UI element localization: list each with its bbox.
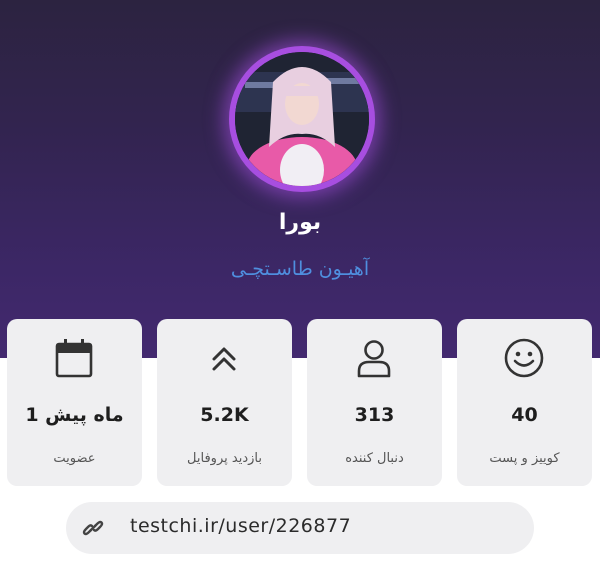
stat-card-followers[interactable]: 313 دنبال کننده <box>307 319 442 486</box>
stat-label: بازدید پروفایل <box>187 451 262 466</box>
stat-label: دنبال کننده <box>345 451 404 466</box>
profile-url[interactable]: testchi.ir/user/226877 <box>130 515 351 537</box>
stat-value: 5.2K <box>200 404 249 426</box>
stat-value: 40 <box>511 404 538 426</box>
stat-card-profile-views[interactable]: 5.2K بازدید پروفایل <box>157 319 292 486</box>
profile-username: آهیـون طاسـتچـی <box>230 258 370 280</box>
stat-label: عضویت <box>53 451 96 466</box>
double-chevron-up-icon <box>212 347 236 371</box>
profile-name: بورا <box>278 210 322 235</box>
stat-value: 1 ماه پیش <box>25 404 124 426</box>
stat-value: 313 <box>354 404 395 426</box>
stat-card-membership[interactable]: 1 ماه پیش عضویت <box>7 319 142 486</box>
calendar-icon <box>55 339 93 378</box>
smile-icon <box>504 338 544 378</box>
stat-card-posts[interactable]: 40 کوییز و پست <box>457 319 592 486</box>
avatar-ring <box>229 46 375 192</box>
link-icon <box>82 520 104 536</box>
avatar[interactable] <box>235 52 369 186</box>
profile-link-bar[interactable]: testchi.ir/user/226877 <box>66 502 534 554</box>
profile-header: بورا آهیـون طاسـتچـی <box>0 0 600 358</box>
stat-label: کوییز و پست <box>489 451 560 466</box>
user-icon <box>357 340 391 378</box>
